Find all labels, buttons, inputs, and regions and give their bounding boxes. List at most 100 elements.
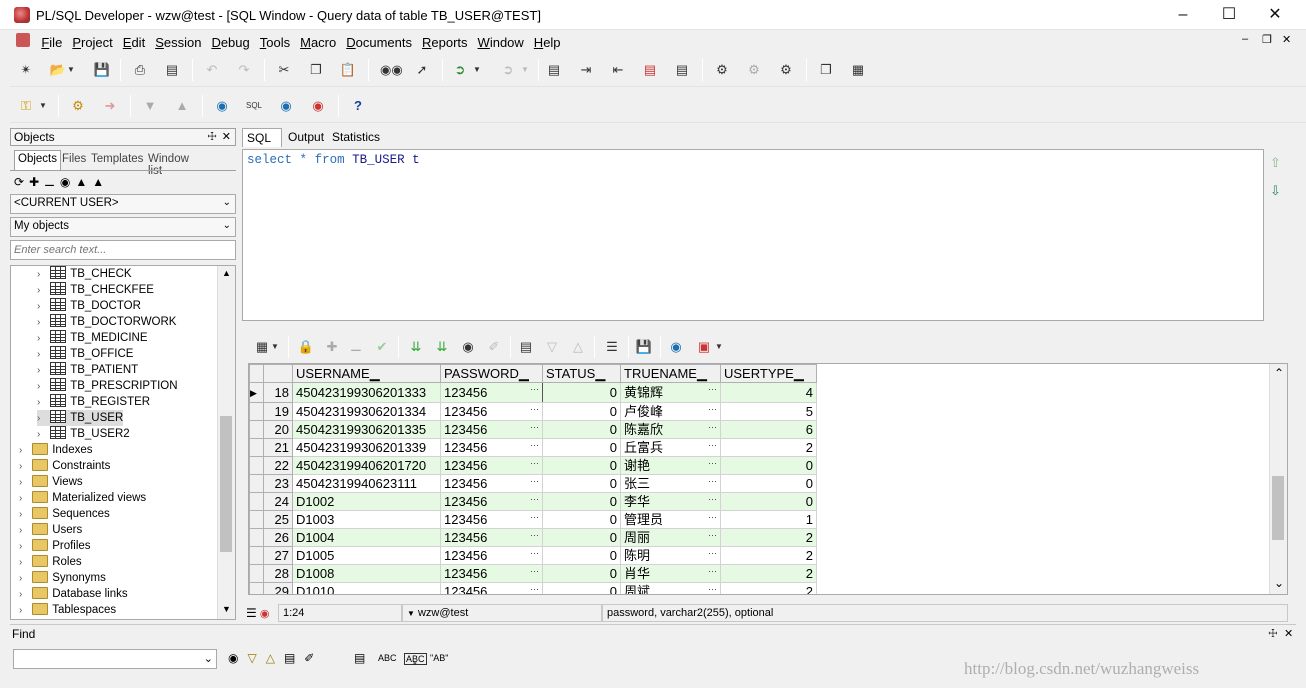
paste-icon[interactable]: 📋 [338,60,358,80]
tree-folder-item[interactable]: › Synonyms [19,570,106,586]
comment-icon[interactable]: ▤ [640,60,660,80]
print-icon[interactable]: ⎙ [130,60,150,80]
copy-icon[interactable]: ❐ [306,60,326,80]
grid-view-dropdown-icon[interactable]: ▼ [270,337,280,357]
refresh-icon[interactable]: ⟳ [14,175,29,189]
tree-scrollbar[interactable]: ▲ ▼ [217,266,235,619]
scroll-thumb[interactable] [220,416,232,552]
cell-password[interactable]: 123456 ⋯ [440,510,543,529]
cell-status[interactable]: 0 [542,402,621,421]
cell-truename[interactable]: 丘富兵 ⋯ [620,438,721,457]
tree-table-item[interactable]: › TB_MEDICINE [37,330,148,346]
column-header-truename[interactable]: TRUENAME▁ [620,364,721,383]
column-header-password[interactable]: PASSWORD▁ [440,364,543,383]
mdi-close-icon[interactable]: ✕ [1282,33,1291,46]
add-icon[interactable]: ✚ [29,175,44,189]
key-dropdown-icon[interactable]: ▼ [38,96,48,116]
table-row[interactable]: 28 D1008 123456 ⋯ 0 肖华 ⋯ 2 [249,564,817,583]
cell-password[interactable]: 123456 ⋯ [440,420,543,439]
commit-icon[interactable]: ▼ [140,96,160,116]
cell-username[interactable]: D1004 [292,528,441,547]
rules-icon[interactable]: ⚙ [744,60,764,80]
tab-sql[interactable]: SQL [242,128,282,147]
cell-truename[interactable]: 周斌 ⋯ [620,582,721,594]
cell-password[interactable]: 123456 ⋯ [440,582,543,594]
cell-username[interactable]: D1003 [292,510,441,529]
execute-arrow-icon[interactable]: ➲ [450,60,470,80]
window-tile-icon[interactable]: ▦ [848,60,868,80]
chevron-right-icon[interactable]: › [19,539,29,555]
tree-folder-item[interactable]: › Roles [19,554,82,570]
cell-usertype[interactable]: 4 [720,382,817,403]
find-input[interactable]: ⌄ [13,649,217,669]
delete-record-icon[interactable]: ⚊ [346,337,366,357]
match-case-option[interactable]: ABC [378,653,397,663]
indent-icon[interactable]: ⇥ [576,60,596,80]
key-icon[interactable]: ⚿ [16,96,36,116]
menu-tools[interactable]: Tools [255,33,295,54]
cell-status[interactable]: 0 [542,528,621,547]
save-icon[interactable]: 💾 [92,60,112,80]
redo-icon[interactable]: ↷ [234,60,254,80]
find-next-icon[interactable]: ➚ [412,60,432,80]
tree-folder-item[interactable]: › Constraints [19,458,110,474]
cell-status[interactable]: 0 [542,438,621,457]
find-prev-icon[interactable]: △ [266,651,284,665]
search-icon[interactable]: ◉ [228,651,247,665]
new-icon[interactable]: ✴ [16,60,36,80]
tree-folder-item[interactable]: › Sequences [19,506,110,522]
cell-usertype[interactable]: 0 [720,492,817,511]
cell-truename[interactable]: 肖华 ⋯ [620,564,721,583]
insert-record-icon[interactable]: ✚ [322,337,342,357]
tree-table-item[interactable]: › TB_DOCTORWORK [37,314,176,330]
menu-project[interactable]: Project [67,33,117,54]
find-icon[interactable]: ◉◉ [380,60,403,80]
open-dropdown-icon[interactable]: ▼ [66,60,76,80]
tree-table-item[interactable]: › TB_USER [37,410,124,426]
tree-folder-item[interactable]: › Database links [19,586,128,602]
clear-find-icon[interactable]: ✐ [304,651,323,665]
cell-password[interactable]: 123456 ⋯ [440,456,543,475]
table-row[interactable]: 29 D1010 123456 ⋯ 0 周斌 ⋯ 2 [249,582,817,594]
history-down-icon[interactable]: ⇩ [1270,183,1281,199]
cell-truename[interactable]: 卢俊峰 ⋯ [620,402,721,421]
tree-folder-item[interactable]: › Profiles [19,538,91,554]
tree-folder-item[interactable]: › Views [19,474,83,490]
cell-usertype[interactable]: 1 [720,510,817,529]
cell-status[interactable]: 0 [542,492,621,511]
panel-close-icon[interactable]: ✕ [222,130,231,143]
cell-usertype[interactable]: 5 [720,402,817,421]
menu-debug[interactable]: Debug [206,33,254,54]
cell-password[interactable]: 123456 ⋯ [440,492,543,511]
cell-password[interactable]: 123456 ⋯ [440,382,543,403]
cell-username[interactable]: D1002 [292,492,441,511]
cell-username[interactable]: 450423199406201720 [292,456,441,475]
table-row[interactable]: 20 450423199306201335 123456 ⋯ 0 陈嘉欣 ⋯ 6 [249,420,817,439]
next-row-icon[interactable]: ▽ [542,337,562,357]
tree-table-item[interactable]: › TB_DOCTOR [37,298,141,314]
whole-word-option[interactable]: AB̳C [404,653,427,665]
cell-username[interactable]: 450423199306201334 [292,402,441,421]
cell-username[interactable]: D1005 [292,546,441,565]
menu-help[interactable]: Help [529,33,566,54]
remove-icon[interactable]: ⚊ [44,175,60,189]
column-header-username[interactable]: USERNAME▁ [292,364,441,383]
chevron-right-icon[interactable]: › [19,571,29,587]
table-row[interactable]: 19 450423199306201334 123456 ⋯ 0 卢俊峰 ⋯ 5 [249,402,817,421]
help-icon[interactable]: ? [348,96,368,116]
cell-truename[interactable]: 周丽 ⋯ [620,528,721,547]
cell-password[interactable]: 123456 ⋯ [440,546,543,565]
cell-truename[interactable]: 陈明 ⋯ [620,546,721,565]
selection-only-icon[interactable]: ▤ [354,651,365,665]
sql-db-icon[interactable]: SQL [244,96,264,116]
highlight-icon[interactable]: ▤ [284,651,304,665]
tab-statistics[interactable]: Statistics [328,128,384,147]
chevron-right-icon[interactable]: › [37,347,47,363]
tree-table-item[interactable]: › TB_REGISTER [37,394,150,410]
db-connect-icon[interactable]: ◉ [276,96,296,116]
chevron-right-icon[interactable]: › [37,283,47,299]
cell-truename[interactable]: 陈嘉欣 ⋯ [620,420,721,439]
scroll-up-icon[interactable]: ▲ [222,268,231,278]
query-by-example-icon[interactable]: ▤ [516,337,536,357]
search-input[interactable] [10,240,236,260]
